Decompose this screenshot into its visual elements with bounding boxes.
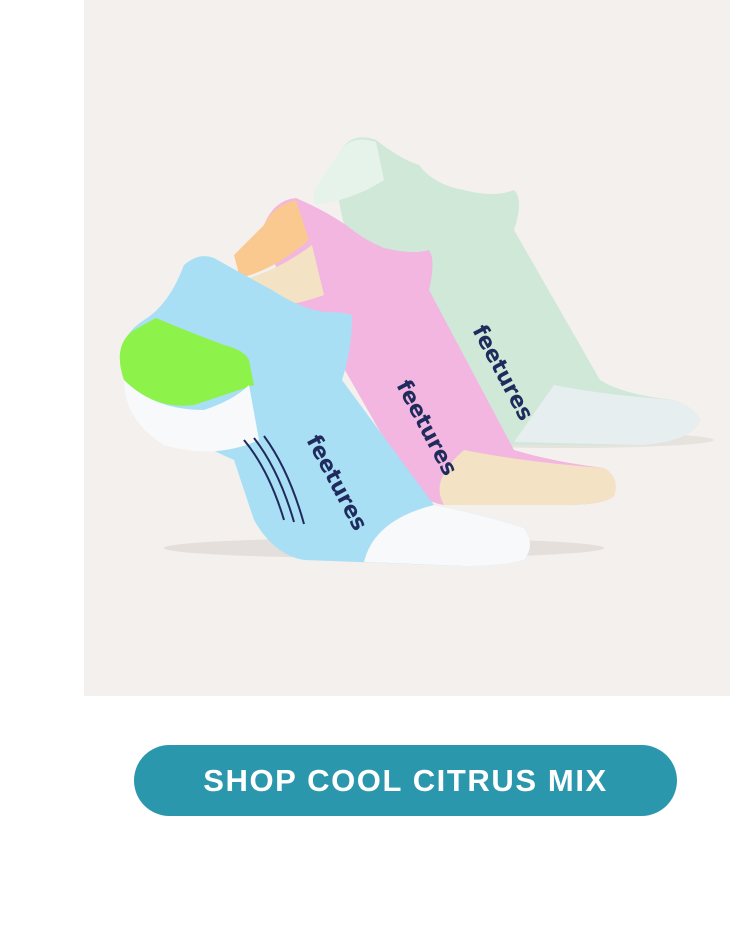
product-image: feetures feetures feetures bbox=[84, 0, 730, 696]
shop-cool-citrus-mix-button[interactable]: SHOP COOL CITRUS MIX bbox=[134, 745, 677, 816]
